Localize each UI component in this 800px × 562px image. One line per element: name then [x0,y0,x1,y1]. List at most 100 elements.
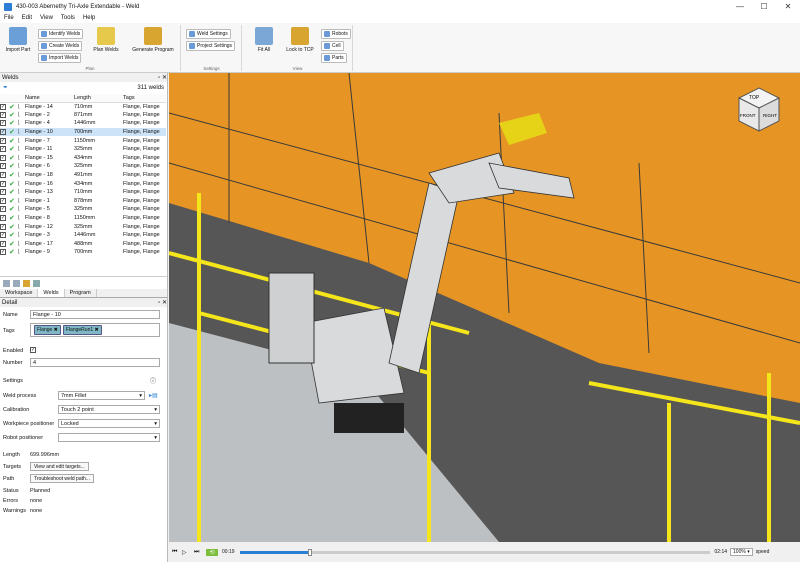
tab-welds[interactable]: Welds [38,289,65,297]
table-row[interactable]: ✓ ✔ ⌊ Flange - 8 1150mm Flange, Flange [0,214,166,223]
help-icon[interactable]: ⓘ [150,376,156,385]
timeline-handle[interactable] [308,548,313,556]
table-row[interactable]: ✓ ✔ ⌊ Flange - 1 878mm Flange, Flange [0,197,166,206]
panel-float-close-icon[interactable]: ▫ ✕ [158,299,167,306]
troubleshoot-path-button[interactable]: Troubleshoot weld path... [30,474,94,483]
timeline-slider[interactable] [239,548,710,556]
menu-tools[interactable]: Tools [61,15,75,21]
table-row[interactable]: ✓ ✔ ⌊ Flange - 10 700mm Flange, Flange [0,127,166,137]
enable-checkbox[interactable]: ✓ [0,163,6,170]
tab-program[interactable]: Program [65,289,97,297]
enable-checkbox[interactable]: ✓ [0,180,6,187]
play-icon[interactable]: ▷ [182,549,194,556]
robot-positioner-select[interactable]: ▾ [58,433,160,442]
cell-toggle[interactable]: Cell [321,41,344,51]
view-cube-top[interactable]: TOP [749,95,760,101]
table-row[interactable]: ✓ ✔ ⌊ Flange - 18 491mm Flange, Flange [0,171,166,180]
table-row[interactable]: ✓ ✔ ⌊ Flange - 4 1446mm Flange, Flange [0,119,166,128]
filter-icon[interactable]: ⏷ [3,85,8,92]
column-tags[interactable]: Tags [123,94,166,103]
table-row[interactable]: ✓ ✔ ⌊ Flange - 17 488mm Flange, Flange [0,240,166,249]
fit-all-button[interactable]: Fit All [249,27,279,53]
lock-to-tcp-button[interactable]: Lock to TCP [283,27,317,53]
weld-tool-icon[interactable] [23,279,30,287]
enable-checkbox[interactable]: ✓ [0,232,6,239]
menu-file[interactable]: File [4,15,14,21]
panel-float-close-icon[interactable]: ▫ ✕ [158,74,167,81]
enable-checkbox[interactable]: ✓ [0,197,6,204]
play-settings-icon[interactable]: ▸▤ [149,392,158,399]
enable-checkbox[interactable]: ✓ [0,223,6,230]
menu-edit[interactable]: Edit [22,15,32,21]
table-row[interactable]: ✓ ✔ ⌊ Flange - 6 325mm Flange, Flange [0,162,166,171]
enable-checkbox[interactable]: ✓ [0,189,6,196]
table-row[interactable]: ✓ ✔ ⌊ Flange - 16 434mm Flange, Flange [0,179,166,188]
robots-toggle[interactable]: Robots [321,29,351,39]
column-name[interactable]: Name [25,94,74,103]
view-cube-right[interactable]: RIGHT [763,113,777,118]
table-row[interactable]: ✓ ✔ ⌊ Flange - 9 700mm Flange, Flange [0,248,166,257]
table-row[interactable]: ✓ ✔ ⌊ Flange - 13 710mm Flange, Flange [0,188,166,197]
view-cube[interactable]: TOP FRONT RIGHT [737,87,781,132]
tag-chip[interactable]: Flange ✖ [34,325,61,335]
plan-welds-button[interactable]: Plan Welds [90,27,122,53]
table-row[interactable]: ✓ ✔ ⌊ Flange - 3 1446mm Flange, Flange [0,231,166,240]
create-welds-button[interactable]: Create Welds [38,41,83,51]
move-down-icon[interactable] [13,279,20,287]
tags-field[interactable]: Flange ✖ FlangeRun1 ✖ [30,323,160,337]
enable-checkbox[interactable]: ✓ [0,111,6,118]
view-cube-front[interactable]: FRONT [740,113,756,118]
parts-toggle[interactable]: Parts [321,53,347,63]
enable-checkbox[interactable]: ✓ [0,240,6,247]
weld-list[interactable]: Name Length Tags ✓ ✔ ⌊ Flange - 14 710mm Flan… [0,94,167,276]
weld-process-select[interactable]: 7mm Fillet ▾ [58,391,145,400]
enable-checkbox[interactable]: ✓ [0,103,6,110]
table-row[interactable]: ✓ ✔ ⌊ Flange - 12 325mm Flange, Flange [0,222,166,231]
table-row[interactable]: ✓ ✔ ⌊ Flange - 14 710mm Flange, Flange [0,102,166,111]
table-row[interactable]: ✓ ✔ ⌊ Flange - 5 325mm Flange, Flange [0,205,166,214]
table-row[interactable]: ✓ ✔ ⌊ Flange - 2 871mm Flange, Flange [0,111,166,120]
project-settings-button[interactable]: Project Settings [186,41,236,51]
table-row[interactable]: ✓ ✔ ⌊ Flange - 11 325mm Flange, Flange [0,145,166,154]
close-button[interactable]: ✕ [776,0,800,13]
menu-view[interactable]: View [40,15,53,21]
enable-checkbox[interactable]: ✓ [0,172,6,179]
table-row[interactable]: ✓ ✔ ⌊ Flange - 15 434mm Flange, Flange [0,154,166,163]
move-up-icon[interactable] [3,279,10,287]
enable-checkbox[interactable]: ✓ [0,154,6,161]
weld-length: 325mm [74,223,93,230]
enable-checkbox[interactable]: ✓ [0,206,6,213]
generate-program-button[interactable]: Generate Program [128,27,178,53]
enable-checkbox[interactable]: ✓ [0,146,6,153]
calibration-select[interactable]: Touch 2 point ▾ [58,405,160,414]
identify-welds-button[interactable]: Identify Welds [38,29,84,39]
enable-checkbox[interactable]: ✓ [0,120,6,127]
undo-icon[interactable] [33,279,40,287]
table-row[interactable]: ✓ ✔ ⌊ Flange - 7 1150mm Flange, Flange [0,136,166,145]
number-spinbox[interactable]: 4 [30,358,160,367]
minimize-button[interactable]: — [728,0,752,13]
import-part-button[interactable]: Import Part [4,27,32,53]
import-welds-button[interactable]: Import Welds [38,53,82,63]
enabled-checkbox[interactable]: ✓ [30,347,36,353]
enable-checkbox[interactable]: ✓ [0,215,6,222]
workpiece-positioner-select[interactable]: Locked ▾ [58,419,160,428]
maximize-button[interactable]: ☐ [752,0,776,13]
status-check-icon: ✔ [9,172,15,180]
name-field[interactable]: Flange - 10 [30,310,160,319]
loop-icon[interactable]: ⟲ [206,548,218,556]
skip-end-icon[interactable]: ⏭ [194,549,206,556]
menu-help[interactable]: Help [83,15,95,21]
column-length[interactable]: Length [74,94,123,103]
tag-chip[interactable]: FlangeRun1 ✖ [62,325,102,335]
weld-name: Flange - 18 [25,172,53,179]
weld-settings-button[interactable]: Weld Settings [186,29,231,39]
zoom-select[interactable]: 100% ▾ [730,548,753,556]
enable-checkbox[interactable]: ✓ [0,137,6,144]
enable-checkbox[interactable]: ✓ [0,249,6,256]
skip-start-icon[interactable]: ⏮ [172,549,182,556]
3d-viewport[interactable]: TOP FRONT RIGHT [169,73,800,542]
enable-checkbox[interactable]: ✓ [0,129,6,136]
view-edit-targets-button[interactable]: View and edit targets... [30,462,89,471]
tab-workspace[interactable]: Workspace [0,289,39,297]
